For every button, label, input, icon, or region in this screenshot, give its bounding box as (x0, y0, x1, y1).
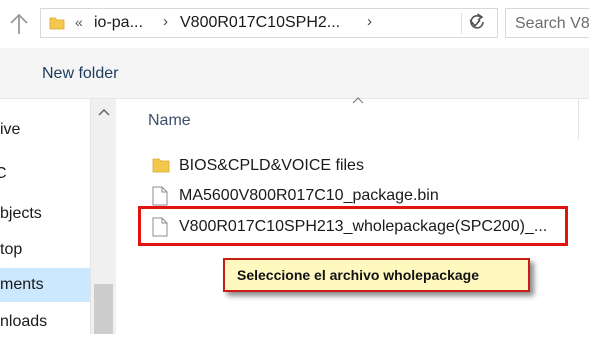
up-button[interactable] (6, 10, 32, 38)
navigation-pane: ive C bjects top ments nloads (0, 99, 90, 334)
command-bar: New folder (0, 48, 589, 99)
nav-item-3d-objects[interactable]: bjects (0, 197, 90, 231)
nav-item-desktop[interactable]: top (0, 233, 90, 267)
address-row: « io-pa... › V800R017C10SPH2... › Search… (0, 0, 589, 48)
scroll-up-arrow-icon[interactable] (98, 108, 110, 116)
column-divider (578, 99, 579, 139)
nav-item-documents[interactable]: ments (0, 268, 90, 302)
refresh-icon[interactable] (466, 11, 488, 33)
nav-item-label: bjects (0, 205, 42, 222)
nav-item-label: top (0, 241, 23, 258)
nav-scrollbar[interactable] (90, 99, 116, 334)
overflow-chevron[interactable]: « (75, 14, 83, 30)
highlight-box (138, 206, 568, 246)
breadcrumb-separator[interactable]: › (367, 13, 372, 30)
folder-icon (152, 158, 170, 173)
nav-item-label: nloads (0, 313, 48, 330)
nav-item-onedrive[interactable]: ive (0, 113, 90, 147)
breadcrumb-current-folder[interactable]: V800R017C10SPH2... (180, 14, 340, 32)
nav-item-this-pc[interactable]: C (0, 157, 90, 191)
instruction-callout: Seleccione el archivo wholepackage (223, 258, 530, 292)
sort-ascending-icon (352, 97, 364, 104)
file-name: BIOS&CPLD&VOICE files (179, 157, 364, 174)
column-header-name[interactable]: Name (148, 112, 191, 130)
file-row-bios-folder[interactable]: BIOS&CPLD&VOICE files (148, 152, 588, 180)
nav-item-label: ments (0, 276, 44, 293)
breadcrumb-io-package[interactable]: io-pa... (94, 14, 143, 32)
new-folder-button[interactable]: New folder (42, 65, 118, 83)
search-box[interactable]: Search V8 (505, 8, 589, 38)
arrow-up-icon (10, 13, 28, 34)
callout-text: Seleccione el archivo wholepackage (237, 267, 479, 283)
folder-icon (49, 17, 65, 30)
scrollbar-thumb[interactable] (94, 284, 113, 334)
breadcrumb-separator[interactable]: › (163, 13, 168, 30)
file-icon (152, 186, 168, 206)
address-bar[interactable]: « io-pa... › V800R017C10SPH2... › (40, 8, 498, 38)
nav-item-label: ive (0, 121, 21, 138)
file-name: MA5600V800R017C10_package.bin (179, 187, 439, 204)
nav-item-label: C (0, 165, 7, 182)
divider (461, 13, 462, 34)
search-placeholder: Search V8 (515, 15, 589, 32)
